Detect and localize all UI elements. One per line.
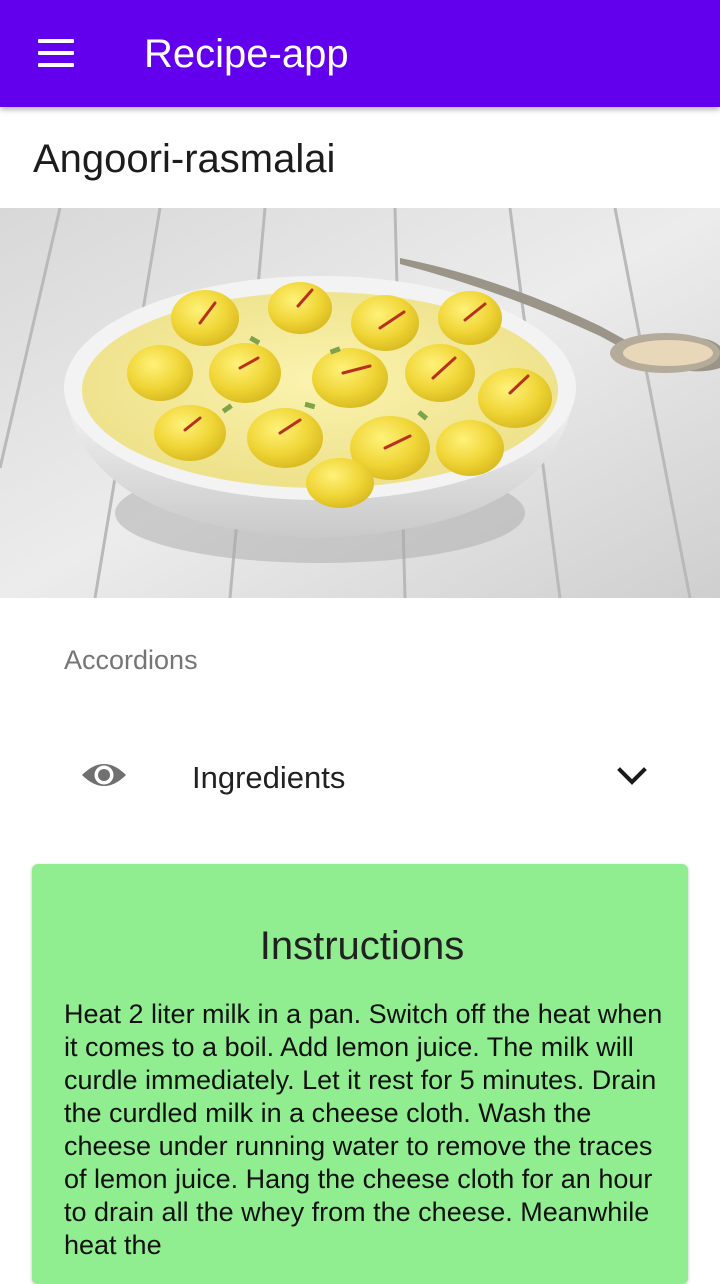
chevron-down-icon[interactable] <box>614 762 650 790</box>
instructions-title: Instructions <box>259 924 465 968</box>
instructions-text: Heat 2 liter milk in a pan. Switch off t… <box>64 999 663 1260</box>
eye-icon <box>82 764 126 786</box>
app-bar: Recipe-app <box>0 0 720 107</box>
accordion-ingredients-label: Ingredients <box>192 760 346 795</box>
accordions-section-label: Accordions <box>64 645 198 675</box>
accordion-ingredients-header[interactable]: Ingredients <box>32 724 688 834</box>
instructions-card: Instructions Heat 2 liter milk in a pan.… <box>32 864 688 1284</box>
menu-button[interactable] <box>22 27 90 79</box>
app-title: Recipe-app <box>144 32 349 76</box>
recipe-title-row: Angoori-rasmalai <box>0 107 720 208</box>
recipe-title: Angoori-rasmalai <box>33 137 336 181</box>
recipe-image <box>0 208 720 598</box>
